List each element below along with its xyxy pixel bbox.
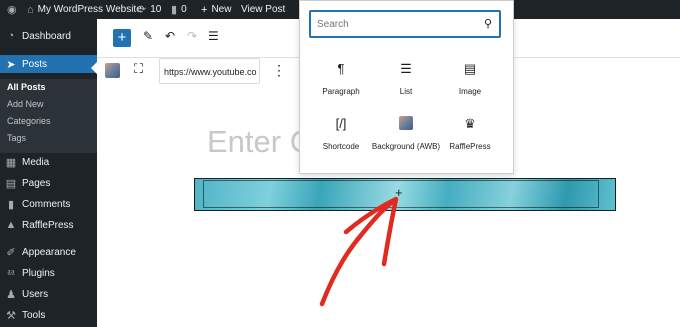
block-inserter-popover: ⚲ ¶ Paragraph ☰ List ▤ Image [/] Shortco… [299,0,514,174]
search-input[interactable] [317,12,477,36]
block-label: Shortcode [322,142,360,151]
block-list[interactable]: ☰ List [371,61,441,96]
paragraph-icon: ¶ [337,61,345,76]
list-icon: ☰ [400,61,412,76]
search-icon: ⚲ [483,18,492,30]
image-icon: ▤ [463,61,477,76]
search-box: ⚲ [309,10,501,38]
block-label: List [399,87,413,96]
block-label: Paragraph [322,87,360,96]
block-background-awb[interactable]: Background (AWB) [371,116,441,151]
block-paragraph[interactable]: ¶ Paragraph [306,61,376,96]
block-label: Image [458,87,482,96]
shortcode-icon: [/] [335,116,347,131]
background-icon [371,116,441,134]
block-shortcode[interactable]: [/] Shortcode [306,116,376,151]
block-image[interactable]: ▤ Image [435,61,505,96]
rafflepress-icon: ♛ [464,116,476,131]
block-rafflepress[interactable]: ♛ RafflePress [435,116,505,151]
block-label: RafflePress [449,142,491,151]
block-label: Background (AWB) [371,142,441,151]
